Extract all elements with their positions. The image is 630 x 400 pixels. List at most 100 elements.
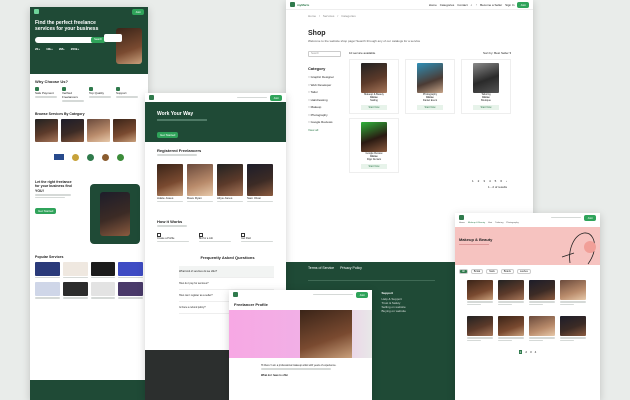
service-card[interactable] <box>35 282 60 300</box>
faq-item[interactable]: How do I pay for services? <box>179 278 274 290</box>
stat: 2M+ <box>58 47 65 51</box>
product-card[interactable]: Google Review Eloise Digo Deniels Start … <box>349 118 399 173</box>
category-option[interactable]: ○ Tailor <box>308 89 341 97</box>
sign-in-link[interactable]: Sign In <box>505 3 514 7</box>
terms-link[interactable]: Terms of Service <box>308 266 334 270</box>
footer-column: Support Help & Support Trust & Safety Se… <box>381 290 406 313</box>
category-thumb[interactable] <box>87 118 110 142</box>
service-card[interactable] <box>90 282 116 300</box>
artist-card[interactable] <box>467 280 493 306</box>
category-option[interactable]: ○ Web Developer <box>308 82 341 90</box>
page-title: Shop <box>308 30 326 37</box>
product-card[interactable]: Tailoring Eloise Boutique Start Now <box>461 59 511 114</box>
service-card[interactable] <box>62 282 88 300</box>
join-button[interactable]: Join <box>356 291 368 298</box>
profile-header: Join <box>229 290 372 299</box>
service-card[interactable] <box>90 261 116 280</box>
artist-card[interactable] <box>560 316 586 342</box>
start-now-button[interactable]: Start Now <box>361 164 387 169</box>
landing-page-card: Join Find the perfect freelance services… <box>30 7 148 400</box>
service-card[interactable] <box>62 261 88 280</box>
join-button[interactable]: Join <box>132 8 144 15</box>
join-button[interactable]: Join <box>584 214 596 221</box>
page-button[interactable]: 3 <box>530 350 532 354</box>
artist-card[interactable] <box>498 316 524 342</box>
category-option[interactable]: ○ Hairdressing <box>308 97 341 105</box>
page-button[interactable]: 3 <box>483 179 485 183</box>
hero-search[interactable]: Search <box>35 37 105 43</box>
nav-home[interactable]: Home <box>429 3 437 7</box>
category-option[interactable]: ○ Google Reviews <box>308 119 341 127</box>
start-now-button[interactable]: Start Now <box>473 105 499 110</box>
category-option[interactable]: ○ Photography <box>308 112 341 120</box>
step-item: Bid for a Job <box>199 232 231 244</box>
artist-card[interactable] <box>529 280 555 306</box>
nav-categories[interactable]: Categories <box>440 3 455 7</box>
artist-card[interactable] <box>529 316 555 342</box>
category-option[interactable]: ○ Graphic Designer <box>308 74 341 82</box>
freelancer-card[interactable]: Adele Joses <box>157 163 183 204</box>
cta-title: Let the right freelance for your busines… <box>35 179 72 193</box>
page-button[interactable]: 4 <box>535 350 537 354</box>
artist-card[interactable] <box>560 280 586 306</box>
artist-card[interactable] <box>467 316 493 342</box>
product-card[interactable]: Photography Eloise Daniel Event Start No… <box>405 59 455 114</box>
service-card[interactable] <box>35 261 60 280</box>
popular-title: Popular Services <box>35 254 64 259</box>
browse-title: Browse Services By Category <box>35 111 85 116</box>
nav-contact[interactable]: Contact <box>457 3 467 7</box>
category-thumb[interactable] <box>113 118 136 142</box>
get-started-button[interactable]: Get Started <box>157 131 179 138</box>
start-now-button[interactable]: Start Now <box>417 105 443 110</box>
view-all-link[interactable]: View all <box>308 127 341 135</box>
profile-banner <box>229 310 372 358</box>
work-header: Join <box>145 93 286 102</box>
freelancer-card[interactable]: Sam Okon <box>247 163 273 204</box>
product-image <box>417 63 443 93</box>
category-thumbs <box>35 118 143 142</box>
become-seller-link[interactable]: Become a Seller <box>480 3 502 7</box>
page-button[interactable]: 1 <box>472 179 474 183</box>
shop-header: myMarts Home Categories Contact ⌕ ◔ Beco… <box>286 0 533 10</box>
step-item: Get Paid <box>241 232 273 244</box>
sort-select[interactable]: Sort by: Best Seller ▾ <box>483 51 511 55</box>
freelancer-card[interactable]: Aliya Jones <box>217 163 243 204</box>
profile-page-card: Join Freelancer Profile Hi there! I am a… <box>229 290 372 400</box>
page-button[interactable]: 6 <box>500 179 502 183</box>
page-button[interactable]: 2 <box>478 179 480 183</box>
privacy-link[interactable]: Privacy Policy <box>340 266 362 270</box>
category-thumb[interactable] <box>61 118 84 142</box>
makeup-header: Join <box>455 213 600 222</box>
search-button[interactable]: Search <box>91 37 105 43</box>
category-option[interactable]: ○ Makeup <box>308 104 341 112</box>
artist-card[interactable] <box>498 280 524 306</box>
start-now-button[interactable]: Start Now <box>361 105 387 110</box>
profile-title: Freelancer Profile <box>234 302 268 307</box>
makeup-nav: Home Makeup & Beauty Hair Tailoring Phot… <box>459 222 519 224</box>
search-input[interactable]: Search <box>308 51 341 57</box>
cta-image <box>90 183 140 244</box>
product-card[interactable]: Makeup & Beauty Eloise Nailing Start Now <box>349 59 399 114</box>
hero-title: Work Your Way <box>157 111 194 117</box>
next-page-icon[interactable]: › <box>506 179 507 183</box>
faq-item[interactable]: What kind of services do we offer? <box>179 266 274 278</box>
freelancer-card[interactable]: Dave Ryan <box>187 163 213 204</box>
product-image <box>473 63 499 93</box>
join-button[interactable]: Join <box>270 94 282 101</box>
search-icon[interactable]: ⌕ <box>471 3 473 7</box>
products-area: 10 service available Sort by: Best Selle… <box>349 51 511 173</box>
user-icon[interactable]: ◔ <box>475 3 477 7</box>
page-button[interactable]: 4 <box>489 179 491 183</box>
category-thumb[interactable] <box>35 118 58 142</box>
feature-item: Support <box>116 87 138 103</box>
service-card[interactable] <box>118 261 143 280</box>
get-started-button[interactable]: Get Started <box>35 208 57 214</box>
page-button[interactable]: 1 <box>518 350 523 354</box>
join-button[interactable]: Join <box>517 1 529 8</box>
page-button[interactable]: 2 <box>525 350 527 354</box>
page-button[interactable]: 5 <box>495 179 497 183</box>
page-subtitle: Welcome to the website shop page! Search… <box>308 39 421 43</box>
showing-text: 1 - 2 of results <box>487 185 507 189</box>
service-card[interactable] <box>118 282 143 300</box>
logo: myMarts <box>290 2 309 7</box>
